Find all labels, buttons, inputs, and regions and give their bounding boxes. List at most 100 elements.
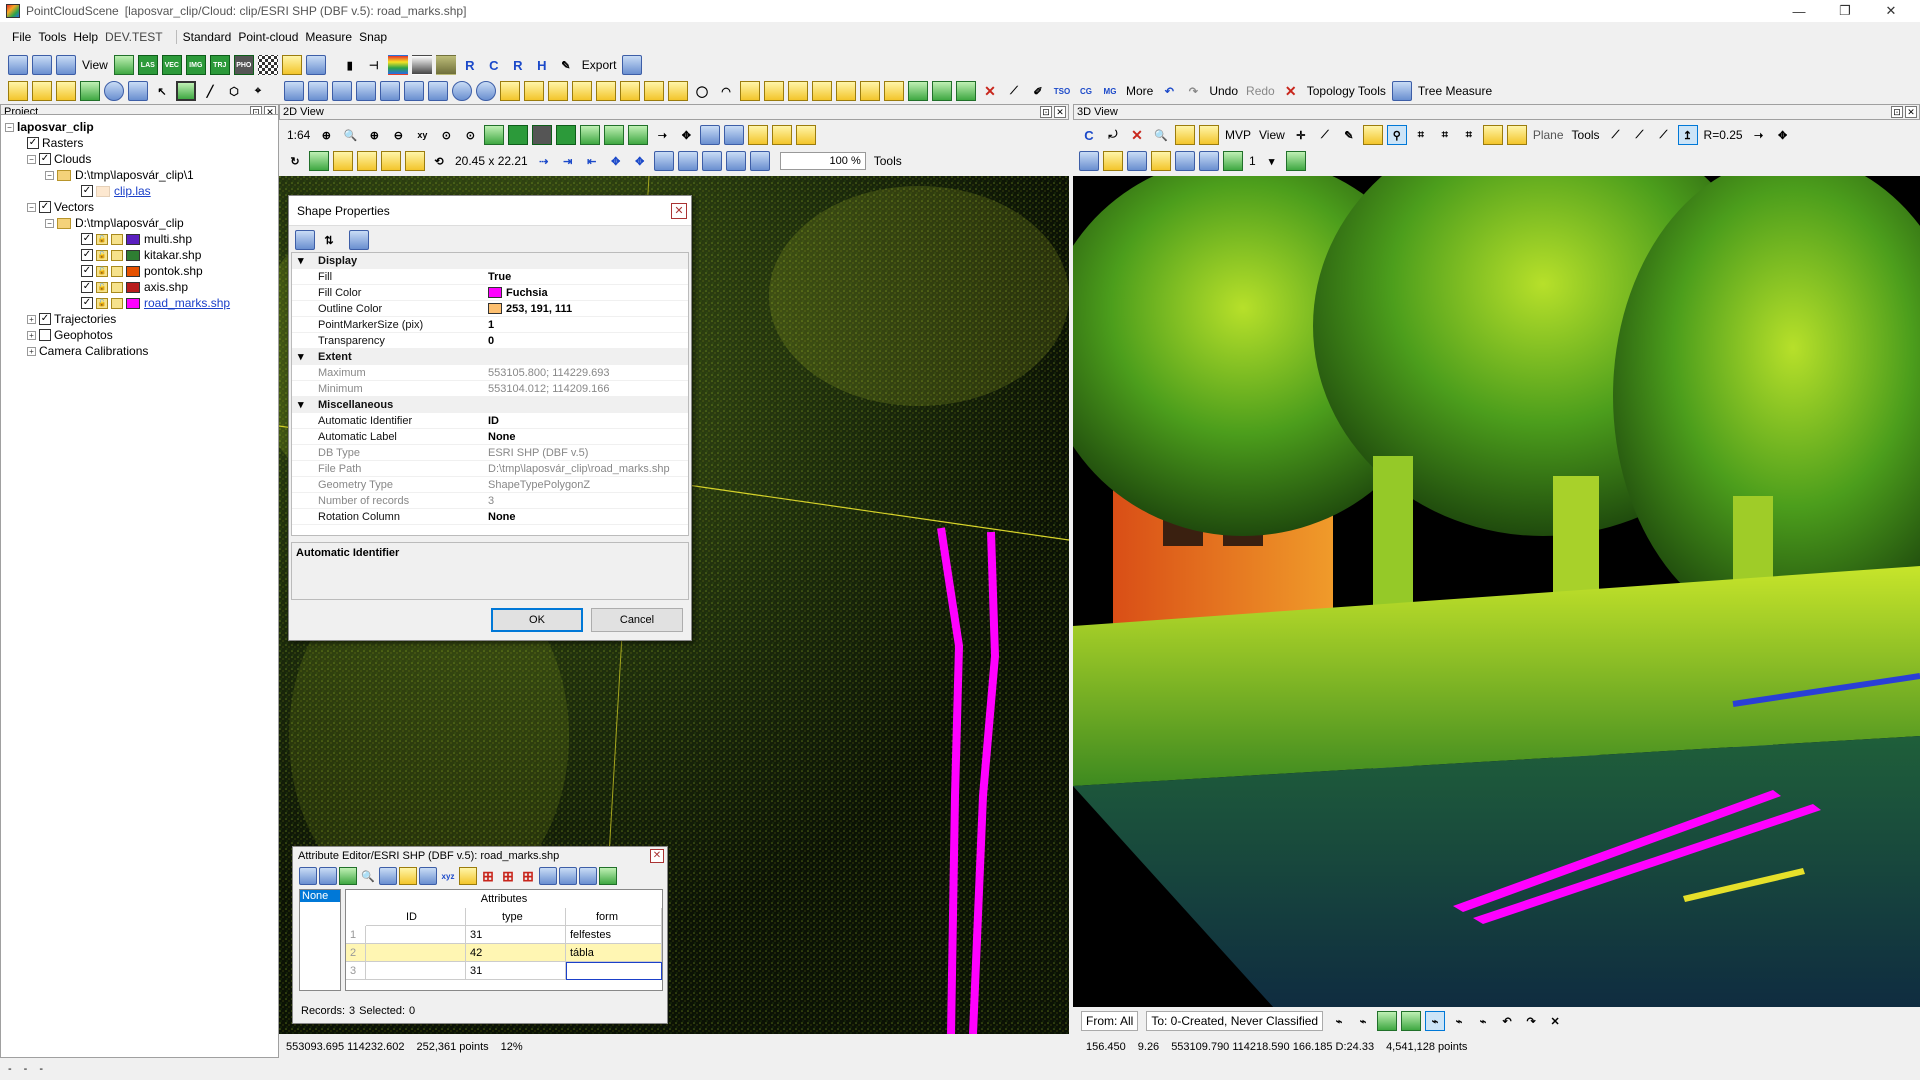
path-icon[interactable]: ⟋ <box>1004 81 1024 101</box>
cat-display[interactable]: Display <box>318 255 357 267</box>
panel-close-icon[interactable]: ✕ <box>1905 106 1917 118</box>
edit2-icon[interactable] <box>524 81 544 101</box>
tree-vectors-path[interactable]: D:\tmp\laposvár_clip <box>75 216 184 230</box>
tin-view-button[interactable] <box>532 125 553 145</box>
redo3d-icon[interactable]: ↷ <box>1521 1011 1541 1031</box>
box2-icon[interactable] <box>1199 125 1219 145</box>
prop-outline-color-value[interactable]: 253, 191, 111 <box>488 303 572 315</box>
layer-lock-icon[interactable]: 🔓 <box>96 297 108 309</box>
section3-icon[interactable] <box>405 151 425 171</box>
globe-icon[interactable] <box>476 81 496 101</box>
measure-icon[interactable] <box>8 81 28 101</box>
img-button[interactable]: IMG <box>185 55 206 75</box>
checkbox[interactable]: ✓ <box>81 249 93 261</box>
tree-measure-button[interactable]: Tree Measure <box>1418 84 1492 98</box>
arrow-icon[interactable]: ➝ <box>652 125 672 145</box>
color-ramp-icon[interactable] <box>387 55 408 75</box>
clear-icon[interactable]: ✕ <box>1127 125 1147 145</box>
arrow3d-icon[interactable]: ➝ <box>1749 125 1769 145</box>
nav4-icon[interactable]: ✥ <box>606 151 626 171</box>
maximize-button[interactable]: ❐ <box>1822 0 1868 22</box>
select-icon[interactable] <box>308 81 328 101</box>
checkbox[interactable]: ✓ <box>81 281 93 293</box>
attr-filter-none[interactable]: None <box>300 890 340 902</box>
to-class-select[interactable]: To: 0-Created, Never Classified <box>1146 1011 1324 1031</box>
view3d-tools-button[interactable]: Tools <box>1572 128 1600 142</box>
stack3d-icon[interactable] <box>1151 151 1171 171</box>
search3d-icon[interactable]: 🔍 <box>1151 125 1171 145</box>
tree-trajectories[interactable]: Trajectories <box>54 312 116 326</box>
tree-file-axis[interactable]: axis.shp <box>144 280 188 294</box>
view3d-canvas[interactable] <box>1073 176 1920 1007</box>
classify2-icon[interactable]: ⌁ <box>1353 1011 1373 1031</box>
menu-standard[interactable]: Standard <box>183 30 232 44</box>
edit6-icon[interactable] <box>620 81 640 101</box>
view2d-status-percent[interactable]: 12% <box>501 1041 523 1053</box>
menu-dev[interactable]: DEV.TEST <box>105 30 163 44</box>
mesh1-icon[interactable]: ⌗ <box>1411 125 1431 145</box>
edit11-icon[interactable] <box>788 81 808 101</box>
topology-icon[interactable]: ✕ <box>1281 81 1301 101</box>
nav1-icon[interactable]: ⇢ <box>534 151 554 171</box>
tree-geophotos[interactable]: Geophotos <box>54 328 113 342</box>
attr-tool4-icon[interactable] <box>399 867 417 885</box>
menu-tools[interactable]: Tools <box>38 30 66 44</box>
row-number[interactable]: 3 <box>346 962 366 980</box>
categorized-icon[interactable] <box>295 230 315 250</box>
edit14-icon[interactable] <box>860 81 880 101</box>
table-cell-id[interactable] <box>366 926 466 944</box>
checkbox[interactable]: ✓ <box>81 297 93 309</box>
view2d-tools-button[interactable]: Tools <box>874 154 902 168</box>
classify7-icon[interactable]: ⌁ <box>1473 1011 1493 1031</box>
edit3-icon[interactable] <box>548 81 568 101</box>
grid-icon[interactable] <box>284 81 304 101</box>
arc-icon[interactable]: ◠ <box>716 81 736 101</box>
view3d-view-button[interactable]: View <box>1259 128 1285 142</box>
zoom-extent-icon[interactable]: ⊙ <box>436 125 456 145</box>
mesh3-icon[interactable]: ⌗ <box>1459 125 1479 145</box>
cross-icon[interactable]: ✛ <box>1291 125 1311 145</box>
las-view-button[interactable] <box>508 125 529 145</box>
table-cell-id[interactable] <box>366 944 466 962</box>
intensity-icon[interactable] <box>435 55 456 75</box>
undo-icon[interactable]: ↶ <box>1159 81 1179 101</box>
select3-icon[interactable] <box>356 81 376 101</box>
zoom-minus-icon[interactable]: ⊖ <box>388 125 408 145</box>
edit8-icon[interactable] <box>668 81 688 101</box>
view-menu-button[interactable]: View <box>82 58 108 72</box>
attr-tool6-icon[interactable] <box>459 867 477 885</box>
attr-zoom-icon[interactable]: 🔍 <box>359 867 377 885</box>
select5-icon[interactable] <box>404 81 424 101</box>
plane-button[interactable]: Plane <box>1533 128 1564 142</box>
prop-marker-size-value[interactable]: 1 <box>488 319 494 331</box>
classify3-icon[interactable] <box>1377 1011 1398 1031</box>
rotate-icon[interactable]: ↻ <box>285 151 305 171</box>
nav2-icon[interactable]: ⇥ <box>558 151 578 171</box>
edit9-icon[interactable] <box>740 81 760 101</box>
more3d-icon[interactable]: ✕ <box>1545 1011 1565 1031</box>
nav10-icon[interactable] <box>749 151 770 171</box>
tree-measure-icon[interactable] <box>1391 81 1412 101</box>
checkbox[interactable]: ✓ <box>81 185 93 197</box>
edit13-icon[interactable] <box>836 81 856 101</box>
r-button[interactable]: R <box>460 55 480 75</box>
tree-file-pontok[interactable]: pontok.shp <box>144 264 203 278</box>
prop-rotation-value[interactable]: None <box>488 511 516 523</box>
section4-icon[interactable]: ⟲ <box>429 151 449 171</box>
gray-ramp-icon[interactable] <box>411 55 432 75</box>
prop-fill[interactable]: Fill <box>318 271 332 283</box>
cancel-button[interactable]: Cancel <box>591 608 683 632</box>
attr-tool5-icon[interactable] <box>419 867 437 885</box>
prop-fill-color-value[interactable]: Fuchsia <box>488 287 548 299</box>
checkbox[interactable]: ✓ <box>39 201 51 213</box>
expander-icon[interactable]: + <box>27 314 36 324</box>
tree-rasters[interactable]: Rasters <box>42 136 83 150</box>
move3d-icon[interactable]: ✥ <box>1773 125 1793 145</box>
view3d-c-button[interactable]: C <box>1079 125 1099 145</box>
vec-button[interactable]: VEC <box>161 55 182 75</box>
prop-fill-value[interactable]: True <box>488 271 511 283</box>
shape-icon[interactable] <box>1362 125 1383 145</box>
layout2-icon[interactable] <box>772 125 793 145</box>
level-field[interactable]: 1 <box>1249 154 1256 168</box>
layer-icon[interactable] <box>281 55 302 75</box>
